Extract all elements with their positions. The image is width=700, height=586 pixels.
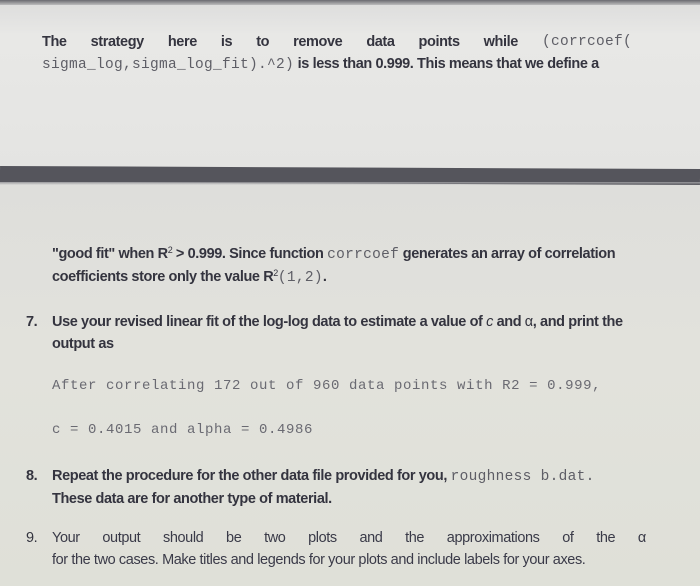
code-corrcoef-inline: corrcoef: [327, 247, 400, 263]
page-break-shadow: [0, 182, 700, 185]
item-9-line-1: Your output should be two plots and the …: [52, 527, 646, 549]
word: the: [405, 530, 425, 546]
word: output: [102, 530, 141, 546]
good-fit-line-1: "good fit" when R2 > 0.999. Since functi…: [52, 243, 652, 266]
word: while: [483, 34, 519, 50]
list-item-9: 9. Your output should be two plots and t…: [26, 527, 646, 571]
output-example-line-2: c = 0.4015 and alpha = 0.4986: [52, 422, 314, 438]
word: Your: [52, 530, 80, 546]
variable-c: c: [486, 314, 493, 330]
word: here: [167, 34, 197, 50]
variable-alpha: α: [524, 314, 533, 330]
list-item-body: Repeat the procedure for the other data …: [52, 465, 646, 510]
code-corrcoef: (corrcoef(: [541, 34, 632, 50]
word: data: [366, 34, 395, 50]
word: and: [359, 530, 383, 546]
variable-alpha: α: [637, 530, 646, 546]
item-9-line-2: for the two cases. Make titles and legen…: [52, 552, 586, 568]
good-fit-line-2: coefficients store only the value R2(1,2…: [52, 266, 652, 289]
item-8-line-2: These data are for another type of mater…: [52, 491, 332, 507]
text: "good fit" when R: [52, 246, 168, 262]
list-number: 9.: [26, 530, 38, 546]
word: should: [163, 530, 204, 546]
text: coefficients store only the value R: [52, 269, 274, 285]
item-7-line-1: Use your revised linear fit of the log-l…: [52, 311, 646, 333]
word: remove: [293, 34, 343, 50]
good-fit-paragraph: "good fit" when R2 > 0.999. Since functi…: [52, 243, 652, 289]
word: plots: [308, 530, 337, 546]
list-item-8: 8. Repeat the procedure for the other da…: [26, 465, 646, 510]
list-item-7: 7. Use your revised linear fit of the lo…: [26, 311, 646, 355]
text: Use your revised linear fit of the log-l…: [52, 314, 487, 330]
text: generates an array of correlation: [399, 246, 616, 262]
list-item-body: Use your revised linear fit of the log-l…: [52, 311, 646, 355]
text: .: [322, 269, 327, 285]
word: two: [264, 530, 286, 546]
list-item-body: Your output should be two plots and the …: [52, 527, 646, 571]
word: approximations: [446, 530, 540, 546]
output-example-line-1: After correlating 172 out of 960 data po…: [52, 378, 602, 394]
word: points: [418, 34, 460, 50]
text: Repeat the procedure for the other data …: [52, 468, 451, 484]
word: to: [256, 34, 270, 50]
word: is: [220, 34, 233, 50]
strategy-paragraph: The strategy here is to remove data poin…: [42, 31, 632, 76]
list-number: 8.: [26, 468, 38, 484]
word: the: [596, 530, 616, 546]
word: The: [42, 34, 67, 50]
item-7-line-2: output as: [52, 336, 114, 352]
code-index: (1,2): [277, 270, 323, 286]
text: > 0.999. Since function: [172, 246, 328, 262]
list-number: 7.: [26, 314, 38, 330]
code-sigma-args: sigma_log,sigma_log_fit).^2): [42, 57, 295, 73]
word: strategy: [90, 34, 145, 50]
text: and: [492, 314, 525, 330]
strategy-line-1: The strategy here is to remove data poin…: [42, 31, 632, 53]
screen-top-edge: [0, 0, 700, 5]
word: of: [562, 530, 574, 546]
strategy-line-2: sigma_log,sigma_log_fit).^2) is less tha…: [42, 53, 632, 76]
item-8-line-1: Repeat the procedure for the other data …: [52, 465, 646, 488]
text: , and print the: [532, 314, 623, 330]
strategy-line-2-text: is less than 0.999. This means that we d…: [294, 56, 600, 72]
word: be: [226, 530, 242, 546]
code-filename: roughness b.dat.: [450, 469, 595, 485]
